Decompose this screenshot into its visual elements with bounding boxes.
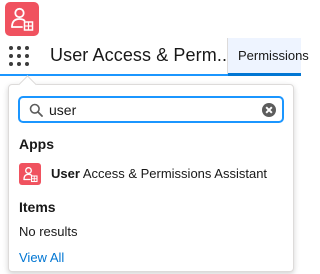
search-input[interactable]	[49, 100, 249, 120]
apps-section-title: Apps	[19, 136, 54, 152]
app-launcher-waffle-icon[interactable]	[9, 46, 29, 66]
app-launcher-dropdown: Apps User Access & Permissions Assistant…	[8, 75, 294, 272]
app-result-match: User	[51, 166, 80, 181]
app-result-rest: Access & Permissions Assistant	[79, 166, 268, 181]
items-section-title: Items	[19, 199, 56, 215]
search-box[interactable]	[18, 96, 284, 123]
person-grid-icon	[19, 163, 41, 185]
top-header	[0, 0, 300, 38]
tab-active-indicator	[228, 73, 301, 76]
app-result-label: User Access & Permissions Assistant	[51, 166, 267, 181]
navigation-bar: User Access & Perm... Permissions	[0, 38, 309, 76]
dropdown-caret	[18, 75, 37, 94]
app-result-item[interactable]: User Access & Permissions Assistant	[19, 163, 281, 185]
tab-label: Permissions	[238, 48, 309, 63]
no-results-text: No results	[19, 224, 78, 239]
search-icon	[29, 103, 43, 117]
tab-permissions[interactable]: Permissions	[227, 38, 309, 76]
clear-icon[interactable]	[262, 103, 276, 117]
app-logo-icon[interactable]	[5, 2, 39, 36]
app-name-title: User Access & Perm...	[50, 45, 233, 65]
view-all-link[interactable]: View All	[19, 250, 64, 265]
